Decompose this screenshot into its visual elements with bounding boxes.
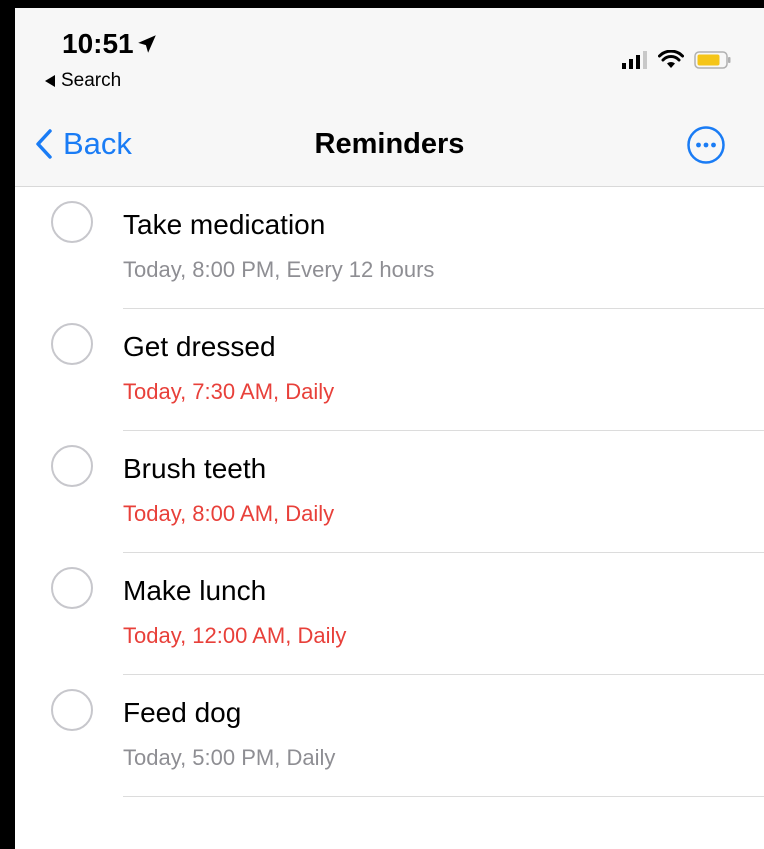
reminder-item: Make lunch Today, 12:00 AM, Daily bbox=[15, 553, 764, 675]
reminder-title[interactable]: Make lunch bbox=[123, 575, 266, 607]
reminder-item: Brush teeth Today, 8:00 AM, Daily bbox=[15, 431, 764, 553]
back-to-app-link[interactable]: Search bbox=[45, 70, 121, 92]
page-title: Reminders bbox=[314, 128, 465, 160]
more-options-icon[interactable] bbox=[686, 125, 726, 165]
reminder-subtitle: Today, 8:00 AM, Daily bbox=[123, 501, 335, 526]
back-to-app-label: Search bbox=[61, 70, 122, 91]
back-triangle-icon bbox=[45, 75, 55, 87]
row-divider bbox=[123, 796, 764, 797]
status-time-text: 10:51 bbox=[62, 28, 134, 59]
reminder-title[interactable]: Brush teeth bbox=[123, 453, 266, 485]
reminder-item: Feed dog Today, 5:00 PM, Daily bbox=[15, 675, 764, 797]
reminder-subtitle: Today, 8:00 PM, Every 12 hours bbox=[123, 257, 435, 282]
status-icons bbox=[622, 50, 732, 70]
wifi-icon bbox=[658, 50, 684, 68]
complete-checkbox[interactable] bbox=[51, 567, 93, 609]
reminder-item: Take medication Today, 8:00 PM, Every 12… bbox=[15, 187, 764, 309]
complete-checkbox[interactable] bbox=[51, 323, 93, 365]
status-time: 10:51 bbox=[62, 28, 158, 60]
location-arrow-icon bbox=[137, 35, 156, 53]
phone-screen: 10:51 Search Back Reminders Take medicat… bbox=[15, 8, 764, 849]
reminder-list: Take medication Today, 8:00 PM, Every 12… bbox=[15, 187, 764, 797]
reminder-subtitle: Today, 7:30 AM, Daily bbox=[123, 379, 335, 404]
cellular-signal-icon bbox=[622, 51, 647, 69]
complete-checkbox[interactable] bbox=[51, 201, 93, 243]
battery-icon bbox=[694, 51, 731, 69]
reminder-subtitle: Today, 5:00 PM, Daily bbox=[123, 745, 336, 770]
reminder-subtitle: Today, 12:00 AM, Daily bbox=[123, 623, 347, 648]
reminder-title[interactable]: Get dressed bbox=[123, 331, 276, 363]
complete-checkbox[interactable] bbox=[51, 445, 93, 487]
reminder-item: Get dressed Today, 7:30 AM, Daily bbox=[15, 309, 764, 431]
reminder-title[interactable]: Feed dog bbox=[123, 697, 241, 729]
reminder-title[interactable]: Take medication bbox=[123, 209, 325, 241]
complete-checkbox[interactable] bbox=[51, 689, 93, 731]
